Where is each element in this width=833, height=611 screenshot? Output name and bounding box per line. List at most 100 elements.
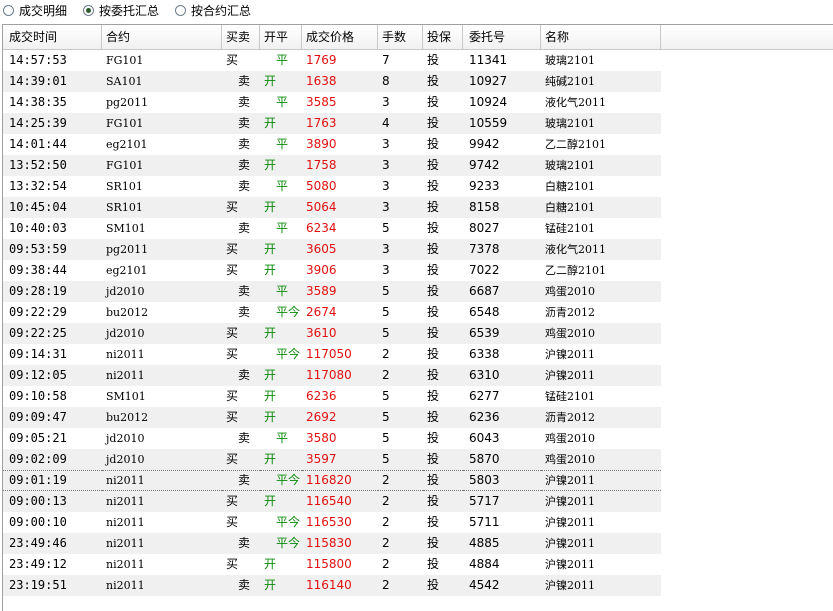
cell-contract-name: 沪镍2011	[541, 575, 661, 596]
radio-by-order-summary[interactable]: 按委托汇总	[83, 1, 159, 19]
column-header-price[interactable]: 成交价格	[302, 25, 378, 49]
table-row[interactable]: 09:22:29 bu2012 卖 平今 2674 5 投 6548 沥青2012	[3, 302, 833, 323]
table-row[interactable]: 14:01:44 eg2101 卖 平 3890 3 投 9942 乙二醇2101	[3, 134, 833, 155]
cell-quantity: 5	[382, 305, 390, 319]
table-row[interactable]: 10:45:04 SR101 买开 5064 3 投 8158 白糖2101	[3, 197, 833, 218]
table-row[interactable]: 09:38:44 eg2101 买 开 3906 3 投 7022 乙二醇2101	[3, 260, 833, 281]
cell-hedge-flag: 投	[427, 263, 440, 277]
cell-contract-name: 沪镍2011	[541, 365, 661, 386]
table-row[interactable]: 10:40:03 SM101 卖 平 6234 5 投 8027 锰硅2101	[3, 218, 833, 239]
table-row[interactable]: 14:38:35 pg2011 卖 平 3585 3 投 10924 液化气2011	[3, 92, 833, 113]
radio-button-icon[interactable]	[3, 4, 14, 16]
cell-trade-price: 116530	[306, 515, 352, 529]
row-filler	[661, 554, 833, 575]
table-row[interactable]: 13:52:50 FG101 卖开 1758 3 投 9742 玻璃2101	[3, 155, 833, 176]
cell-order-id: 8158	[463, 197, 541, 218]
table-row[interactable]: 09:09:47 bu2012 买开 2692 5 投 6236 沥青2012	[3, 407, 833, 428]
table-row[interactable]: 23:49:46 ni2011 卖平今 115830 2 投 4885 沪镍2011	[3, 533, 833, 554]
table-row[interactable]: 13:32:54 SR101 卖 平 5080 3 投 9233 白糖2101	[3, 176, 833, 197]
row-filler	[661, 239, 833, 260]
cell-trade-time: 09:01:19	[3, 470, 102, 491]
radio-trade-detail[interactable]: 成交明细	[3, 1, 67, 19]
cell-hedge-flag: 投	[423, 239, 463, 260]
cell-order-id: 5711	[469, 515, 500, 529]
table-row[interactable]: 09:53:59 pg2011 买开 3605 3 投 7378 液化气2011	[3, 239, 833, 260]
cell-quantity: 3	[378, 155, 423, 176]
cell-contract-name: 沥青2012	[541, 407, 661, 428]
row-filler	[661, 113, 833, 134]
cell-buy-sell: 买	[226, 557, 239, 571]
table-row[interactable]: 14:39:01 SA101 卖开 1638 8 投 10927 纯碱2101	[3, 71, 833, 92]
row-filler	[661, 155, 833, 176]
column-header-hedge[interactable]: 投保	[423, 25, 463, 49]
cell-contract-name: 沥青2012	[545, 306, 595, 319]
cell-contract-name: 沪镍2011	[545, 558, 595, 571]
cell-trade-time: 14:25:39	[3, 113, 102, 134]
cell-trade-price: 115800	[306, 557, 352, 571]
cell-hedge-flag: 投	[423, 71, 463, 92]
cell-buy-sell: 买	[222, 491, 260, 512]
cell-order-id: 4542	[463, 575, 541, 596]
cell-open-close: 平	[276, 53, 289, 67]
cell-contract-code: bu2012	[106, 306, 149, 319]
cell-contract-name: 鸡蛋2010	[541, 323, 661, 344]
cell-quantity: 5	[382, 389, 390, 403]
table-row[interactable]: 23:49:12 ni2011 买 开 115800 2 投 4884 沪镍2011	[3, 554, 833, 575]
cell-contract-code: SR101	[102, 197, 222, 218]
cell-open-close: 开	[264, 557, 277, 571]
radio-button-checked-icon[interactable]	[83, 4, 94, 16]
column-header-quantity[interactable]: 手数	[378, 25, 423, 49]
cell-trade-time: 09:38:44	[9, 263, 67, 277]
cell-buy-sell: 买	[222, 323, 260, 344]
cell-hedge-flag: 投	[423, 197, 463, 218]
cell-contract-name: 白糖2101	[541, 197, 661, 218]
table-row[interactable]: 09:22:25 jd2010 买开 3610 5 投 6539 鸡蛋2010	[3, 323, 833, 344]
table-row[interactable]: 09:10:58 SM101 买 开 6236 5 投 6277 锰硅2101	[3, 386, 833, 407]
column-header-trade-time[interactable]: 成交时间	[3, 25, 102, 49]
cell-open-close: 开	[260, 197, 302, 218]
row-filler	[661, 281, 833, 302]
column-header-order-id[interactable]: 委托号	[463, 25, 541, 49]
cell-trade-time: 13:32:54	[9, 179, 67, 193]
cell-buy-sell: 买	[226, 515, 239, 529]
cell-trade-price: 5064	[302, 197, 378, 218]
cell-contract-code: ni2011	[102, 470, 222, 491]
cell-hedge-flag: 投	[427, 347, 440, 361]
column-header-contract[interactable]: 合约	[102, 25, 222, 49]
radio-button-icon[interactable]	[175, 4, 186, 16]
table-row[interactable]: 09:00:10 ni2011 买 平今 116530 2 投 5711 沪镍2011	[3, 512, 833, 533]
radio-by-contract-summary[interactable]: 按合约汇总	[175, 1, 251, 19]
cell-contract-name: 沪镍2011	[541, 470, 661, 491]
table-row[interactable]: 14:57:53 FG101 买 平 1769 7 投 11341 玻璃2101	[3, 50, 833, 71]
cell-quantity: 2	[378, 470, 423, 491]
cell-order-id: 5803	[463, 470, 541, 491]
cell-open-close: 开	[260, 407, 302, 428]
radio-label: 按合约汇总	[191, 3, 252, 18]
cell-open-close: 平	[276, 95, 289, 109]
table-row[interactable]: 09:12:05 ni2011 卖开 117080 2 投 6310 沪镍2011	[3, 365, 833, 386]
cell-contract-name: 玻璃2101	[545, 54, 595, 67]
table-row[interactable]: 14:25:39 FG101 卖开 1763 4 投 10559 玻璃2101	[3, 113, 833, 134]
table-row[interactable]: 09:28:19 jd2010 卖平 3589 5 投 6687 鸡蛋2010	[3, 281, 833, 302]
table-row[interactable]: 09:05:21 jd2010 卖 平 3580 5 投 6043 鸡蛋2010	[3, 428, 833, 449]
cell-contract-code: eg2101	[106, 264, 148, 277]
row-filler	[661, 323, 833, 344]
table-row[interactable]: 09:01:19 ni2011 卖平今 116820 2 投 5803 沪镍2011	[3, 470, 833, 491]
table-row[interactable]: 09:14:31 ni2011 买 平今 117050 2 投 6338 沪镍2011	[3, 344, 833, 365]
column-header-buy-sell[interactable]: 买卖	[222, 25, 260, 49]
cell-contract-name: 沪镍2011	[541, 533, 661, 554]
cell-contract-code: pg2011	[102, 239, 222, 260]
cell-trade-price: 2674	[306, 305, 337, 319]
cell-trade-price: 3585	[306, 95, 337, 109]
cell-contract-name: 沪镍2011	[541, 491, 661, 512]
cell-order-id: 10559	[463, 113, 541, 134]
cell-trade-time: 09:05:21	[9, 431, 67, 445]
cell-contract-name: 白糖2101	[545, 180, 595, 193]
table-row[interactable]: 09:02:09 jd2010 买开 3597 5 投 5870 鸡蛋2010	[3, 449, 833, 470]
cell-buy-sell: 卖	[222, 470, 260, 491]
table-row[interactable]: 23:19:51 ni2011 卖开 116140 2 投 4542 沪镍2011	[3, 575, 833, 596]
table-row[interactable]: 09:00:13 ni2011 买开 116540 2 投 5717 沪镍2011	[3, 491, 833, 512]
column-header-name[interactable]: 名称	[541, 25, 661, 49]
cell-open-close: 开	[260, 449, 302, 470]
column-header-open-close[interactable]: 开平	[260, 25, 302, 49]
